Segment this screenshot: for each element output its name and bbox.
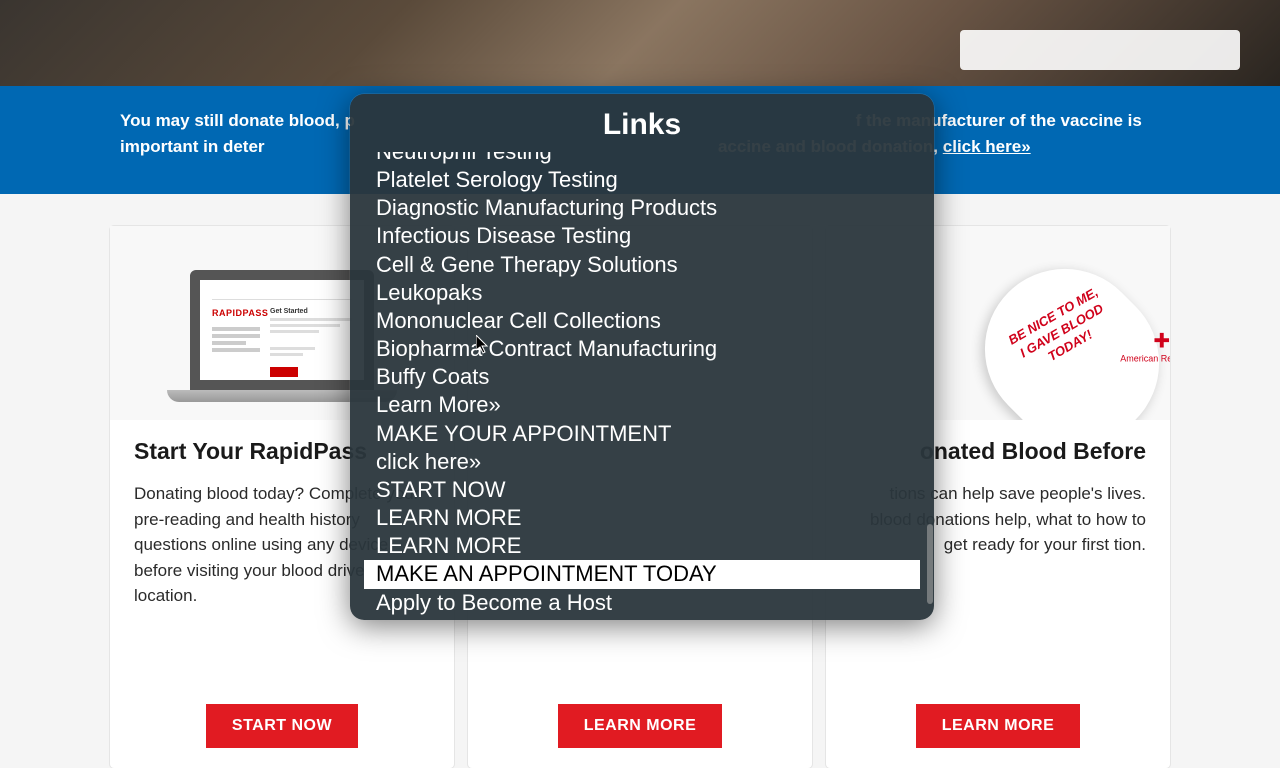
hero-background — [0, 0, 1280, 86]
start-now-button[interactable]: START NOW — [206, 704, 358, 748]
arc-label: American Red Cross — [1120, 354, 1170, 364]
link-item[interactable]: Leukopaks — [364, 279, 920, 307]
rapidpass-logo-text: RAPIDPASS — [212, 308, 260, 318]
links-modal: Links Neutrophil TestingPlatelet Serolog… — [350, 94, 934, 620]
link-item[interactable]: LEARN MORE — [364, 504, 920, 532]
learn-more-button-middle[interactable]: LEARN MORE — [558, 704, 723, 748]
link-item[interactable]: Buffy Coats — [364, 363, 920, 391]
link-item[interactable]: MAKE AN APPOINTMENT TODAY — [364, 560, 920, 588]
links-list[interactable]: Neutrophil TestingPlatelet Serology Test… — [350, 152, 934, 620]
link-item[interactable]: Neutrophil Testing — [364, 152, 920, 166]
link-item[interactable]: MAKE YOUR APPOINTMENT — [364, 420, 920, 448]
link-item[interactable]: Diagnostic Manufacturing Products — [364, 194, 920, 222]
get-started-label: Get Started — [270, 308, 352, 315]
scrollbar-thumb[interactable] — [927, 524, 933, 604]
link-item[interactable]: click here» — [364, 448, 920, 476]
link-item[interactable]: Apply to Become a Host — [364, 589, 920, 617]
link-item[interactable]: Cell & Gene Therapy Solutions — [364, 251, 920, 279]
link-item[interactable]: Biopharma Contract Manufacturing — [364, 335, 920, 363]
link-item[interactable]: LEARN MORE — [364, 532, 920, 560]
link-item[interactable]: START NOW — [364, 476, 920, 504]
notice-link[interactable]: click here» — [943, 137, 1031, 156]
link-item[interactable]: Mononuclear Cell Collections — [364, 307, 920, 335]
link-item[interactable]: Infectious Disease Testing — [364, 222, 920, 250]
link-item[interactable]: Platelet Serology Testing — [364, 166, 920, 194]
red-cross-icon: American Red Cross — [1120, 329, 1170, 364]
learn-more-button-right[interactable]: LEARN MORE — [916, 704, 1081, 748]
links-modal-title: Links — [350, 94, 934, 152]
heart-illustration: American Red Cross BE NICE TO ME, I GAVE… — [962, 276, 1162, 420]
link-item[interactable]: Learn More» — [364, 391, 920, 419]
notice-text-part1: You may still donate blood, p — [120, 111, 355, 130]
